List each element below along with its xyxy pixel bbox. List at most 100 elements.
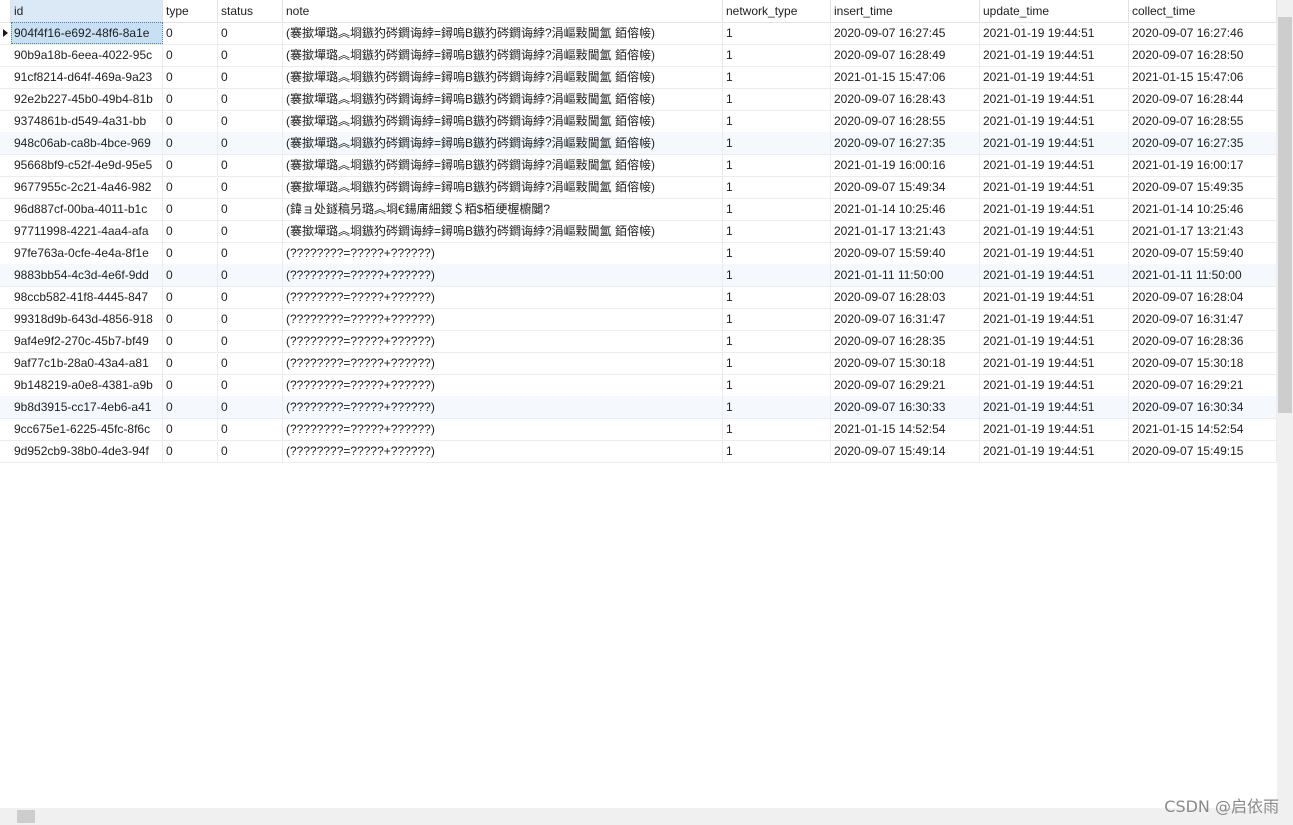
- cell-network-type[interactable]: 1: [723, 374, 831, 396]
- cell-id[interactable]: 91cf8214-d64f-469a-9a23: [11, 66, 163, 88]
- cell-type[interactable]: 0: [163, 352, 218, 374]
- cell-type[interactable]: 0: [163, 440, 218, 462]
- cell-status[interactable]: 0: [218, 396, 283, 418]
- cell-network-type[interactable]: 1: [723, 66, 831, 88]
- row-indicator[interactable]: [0, 88, 11, 110]
- row-indicator[interactable]: [0, 242, 11, 264]
- row-indicator[interactable]: [0, 176, 11, 198]
- cell-network-type[interactable]: 1: [723, 308, 831, 330]
- column-header-id[interactable]: id: [11, 0, 163, 22]
- table-row[interactable]: 96d887cf-00ba-4011-b1c 0 0 (鍏ョ处鐩稿叧璐︽埛€鍚庯細鍐＄…: [0, 198, 1277, 221]
- cell-insert-time[interactable]: 2020-09-07 16:28:35: [831, 330, 980, 352]
- column-header-collect-time[interactable]: collect_time: [1129, 0, 1277, 22]
- cell-update-time[interactable]: 2021-01-19 19:44:51: [980, 286, 1129, 308]
- table-row[interactable]: 948c06ab-ca8b-4bce-969 0 0 (褰撳墠璐︽埛鏃犳硶鐧诲綍=鐞嗚…: [0, 132, 1277, 155]
- cell-id[interactable]: 948c06ab-ca8b-4bce-969: [11, 132, 163, 154]
- cell-status[interactable]: 0: [218, 220, 283, 242]
- cell-insert-time[interactable]: 2021-01-15 15:47:06: [831, 66, 980, 88]
- cell-type[interactable]: 0: [163, 286, 218, 308]
- cell-type[interactable]: 0: [163, 396, 218, 418]
- column-header-update-time[interactable]: update_time: [980, 0, 1129, 22]
- row-indicator[interactable]: [0, 198, 11, 220]
- table-row[interactable]: 9b8d3915-cc17-4eb6-a41 0 0 (????????=?????+…: [0, 396, 1277, 419]
- cell-collect-time[interactable]: 2020-09-07 16:28:36: [1129, 330, 1277, 352]
- cell-insert-time[interactable]: 2020-09-07 16:27:35: [831, 132, 980, 154]
- row-indicator[interactable]: [0, 22, 11, 44]
- cell-network-type[interactable]: 1: [723, 154, 831, 176]
- row-indicator[interactable]: [0, 132, 11, 154]
- cell-insert-time[interactable]: 2020-09-07 16:28:55: [831, 110, 980, 132]
- cell-insert-time[interactable]: 2020-09-07 16:27:45: [831, 22, 980, 44]
- cell-id[interactable]: 90b9a18b-6eea-4022-95c: [11, 44, 163, 66]
- cell-note[interactable]: (????????=?????+??????): [283, 330, 723, 352]
- cell-collect-time[interactable]: 2020-09-07 15:59:40: [1129, 242, 1277, 264]
- cell-update-time[interactable]: 2021-01-19 19:44:51: [980, 330, 1129, 352]
- row-indicator[interactable]: [0, 440, 11, 462]
- row-indicator[interactable]: [0, 44, 11, 66]
- cell-update-time[interactable]: 2021-01-19 19:44:51: [980, 242, 1129, 264]
- column-header-insert-time[interactable]: insert_time: [831, 0, 980, 22]
- cell-id[interactable]: 97711998-4221-4aa4-afa: [11, 220, 163, 242]
- row-indicator[interactable]: [0, 330, 11, 352]
- table-row[interactable]: 9af77c1b-28a0-43a4-a81 0 0 (????????=?????+…: [0, 352, 1277, 375]
- cell-note[interactable]: (????????=?????+??????): [283, 374, 723, 396]
- cell-network-type[interactable]: 1: [723, 132, 831, 154]
- cell-id[interactable]: 96d887cf-00ba-4011-b1c: [11, 198, 163, 220]
- row-indicator[interactable]: [0, 418, 11, 440]
- horizontal-scrollbar-thumb[interactable]: [17, 810, 35, 823]
- cell-update-time[interactable]: 2021-01-19 19:44:51: [980, 66, 1129, 88]
- cell-type[interactable]: 0: [163, 220, 218, 242]
- cell-status[interactable]: 0: [218, 198, 283, 220]
- cell-status[interactable]: 0: [218, 418, 283, 440]
- cell-type[interactable]: 0: [163, 154, 218, 176]
- table-row[interactable]: 98ccb582-41f8-4445-847 0 0 (????????=?????+…: [0, 286, 1277, 309]
- column-header-network-type[interactable]: network_type: [723, 0, 831, 22]
- column-header-status[interactable]: status: [218, 0, 283, 22]
- table-row[interactable]: 99318d9b-643d-4856-918 0 0 (????????=?????+…: [0, 308, 1277, 331]
- cell-collect-time[interactable]: 2021-01-15 14:52:54: [1129, 418, 1277, 440]
- cell-id[interactable]: 95668bf9-c52f-4e9d-95e5: [11, 154, 163, 176]
- cell-collect-time[interactable]: 2020-09-07 16:30:34: [1129, 396, 1277, 418]
- cell-collect-time[interactable]: 2021-01-11 11:50:00: [1129, 264, 1277, 286]
- cell-note[interactable]: (????????=?????+??????): [283, 440, 723, 462]
- cell-status[interactable]: 0: [218, 330, 283, 352]
- cell-id[interactable]: 97fe763a-0cfe-4e4a-8f1e: [11, 242, 163, 264]
- cell-status[interactable]: 0: [218, 308, 283, 330]
- cell-insert-time[interactable]: 2020-09-07 16:28:03: [831, 286, 980, 308]
- cell-collect-time[interactable]: 2020-09-07 16:28:50: [1129, 44, 1277, 66]
- row-indicator[interactable]: [0, 286, 11, 308]
- cell-collect-time[interactable]: 2021-01-19 16:00:17: [1129, 154, 1277, 176]
- cell-insert-time[interactable]: 2020-09-07 15:49:34: [831, 176, 980, 198]
- cell-insert-time[interactable]: 2020-09-07 15:49:14: [831, 440, 980, 462]
- cell-type[interactable]: 0: [163, 66, 218, 88]
- cell-note[interactable]: (褰撳墠璐︽埛鏃犳硶鐧诲綍=鐞嗚В鏃犳硶鐧诲綍?涓嶇敤閫氳 銆傛帹): [283, 110, 723, 132]
- cell-collect-time[interactable]: 2020-09-07 15:30:18: [1129, 352, 1277, 374]
- column-header-note[interactable]: note: [283, 0, 723, 22]
- cell-insert-time[interactable]: 2020-09-07 16:28:49: [831, 44, 980, 66]
- cell-status[interactable]: 0: [218, 242, 283, 264]
- cell-network-type[interactable]: 1: [723, 396, 831, 418]
- row-indicator[interactable]: [0, 352, 11, 374]
- table-row[interactable]: 9cc675e1-6225-45fc-8f6c 0 0 (????????=?????…: [0, 418, 1277, 441]
- row-indicator[interactable]: [0, 110, 11, 132]
- cell-insert-time[interactable]: 2020-09-07 16:30:33: [831, 396, 980, 418]
- cell-insert-time[interactable]: 2020-09-07 16:29:21: [831, 374, 980, 396]
- cell-note[interactable]: (????????=?????+??????): [283, 308, 723, 330]
- cell-network-type[interactable]: 1: [723, 88, 831, 110]
- cell-note[interactable]: (????????=?????+??????): [283, 352, 723, 374]
- cell-note[interactable]: (褰撳墠璐︽埛鏃犳硶鐧诲綍=鐞嗚В鏃犳硶鐧诲綍?涓嶇敤閫氳 銆傛帹): [283, 22, 723, 44]
- cell-note[interactable]: (????????=?????+??????): [283, 418, 723, 440]
- cell-id[interactable]: 9374861b-d549-4a31-bb: [11, 110, 163, 132]
- cell-insert-time[interactable]: 2021-01-14 10:25:46: [831, 198, 980, 220]
- row-indicator[interactable]: [0, 220, 11, 242]
- cell-note[interactable]: (褰撳墠璐︽埛鏃犳硶鐧诲綍=鐞嗚В鏃犳硶鐧诲綍?涓嶇敤閫氳 銆傛帹): [283, 220, 723, 242]
- cell-note[interactable]: (褰撳墠璐︽埛鏃犳硶鐧诲綍=鐞嗚В鏃犳硶鐧诲綍?涓嶇敤閫氳 銆傛帹): [283, 176, 723, 198]
- cell-type[interactable]: 0: [163, 44, 218, 66]
- cell-type[interactable]: 0: [163, 264, 218, 286]
- cell-update-time[interactable]: 2021-01-19 19:44:51: [980, 418, 1129, 440]
- cell-network-type[interactable]: 1: [723, 264, 831, 286]
- cell-note[interactable]: (褰撳墠璐︽埛鏃犳硶鐧诲綍=鐞嗚В鏃犳硶鐧诲綍?涓嶇敤閫氳 銆傛帹): [283, 66, 723, 88]
- cell-id[interactable]: 9cc675e1-6225-45fc-8f6c: [11, 418, 163, 440]
- cell-insert-time[interactable]: 2020-09-07 16:31:47: [831, 308, 980, 330]
- row-indicator[interactable]: [0, 308, 11, 330]
